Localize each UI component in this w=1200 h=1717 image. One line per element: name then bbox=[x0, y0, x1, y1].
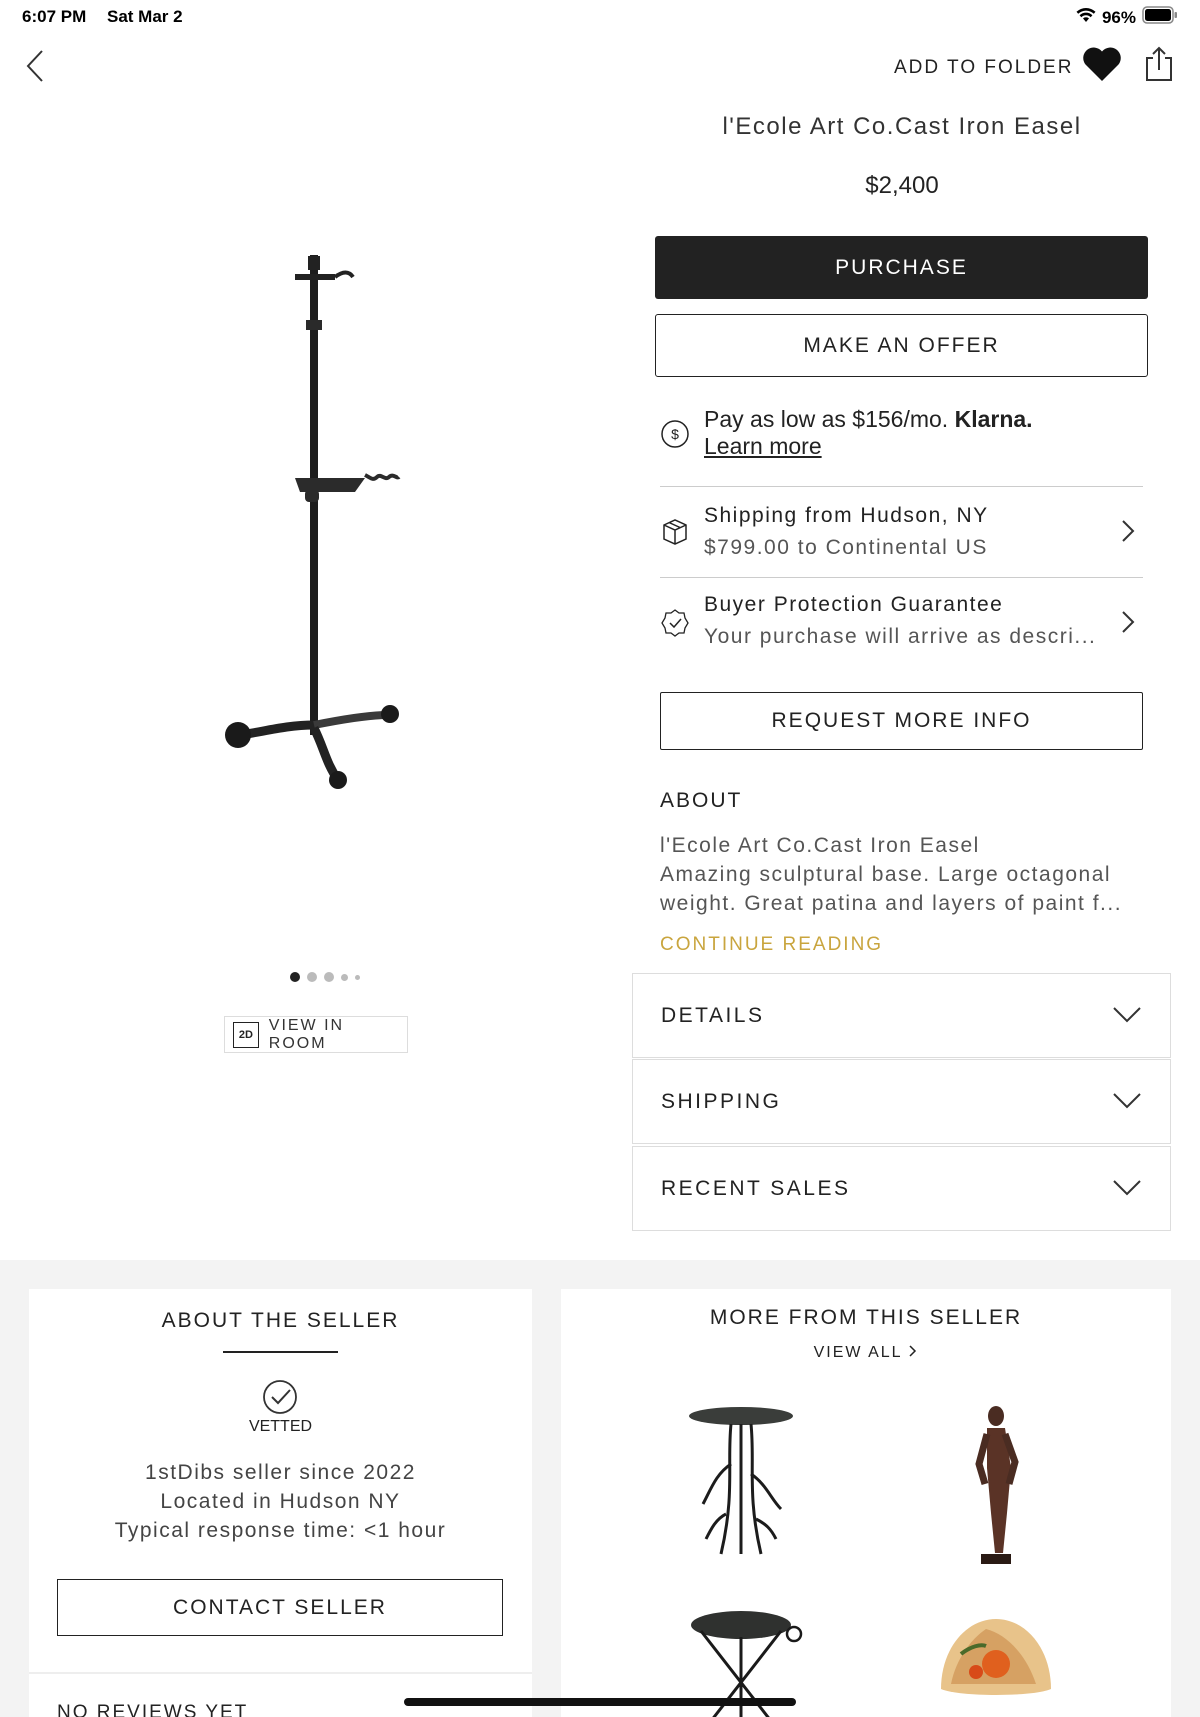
reviews-heading: NO REVIEWS YET bbox=[57, 1702, 249, 1717]
klarna-row: $ Pay as low as $156/mo. Klarna. Learn m… bbox=[660, 402, 1143, 487]
title-underline bbox=[223, 1351, 338, 1353]
vetted-label: VETTED bbox=[248, 1418, 313, 1435]
carousel-dot[interactable] bbox=[324, 972, 334, 982]
view-all-label: VIEW ALL bbox=[813, 1344, 902, 1361]
product-image[interactable] bbox=[200, 240, 440, 820]
carousel-dot[interactable] bbox=[355, 974, 360, 980]
heart-icon bbox=[1082, 47, 1122, 86]
contact-seller-button[interactable]: CONTACT SELLER bbox=[57, 1579, 503, 1636]
more-from-seller-title: MORE FROM THIS SELLER bbox=[709, 1306, 1023, 1329]
shipping-info-row[interactable]: Shipping from Hudson, NY $799.00 to Cont… bbox=[660, 487, 1143, 578]
seller-location: Located in Hudson NY bbox=[160, 1490, 401, 1513]
about-text: l'Ecole Art Co.Cast Iron Easel Amazing s… bbox=[660, 831, 1140, 918]
chevron-down-icon bbox=[1112, 1092, 1142, 1115]
wifi-icon bbox=[1076, 7, 1096, 28]
chevron-down-icon bbox=[1112, 1006, 1142, 1029]
klarna-learn-more-link[interactable]: Learn more bbox=[704, 433, 1033, 460]
view-in-room-button[interactable]: 2D VIEW IN ROOM bbox=[224, 1016, 408, 1053]
vetted-check-icon bbox=[262, 1379, 298, 1420]
add-to-folder-button[interactable]: ADD TO FOLDER bbox=[894, 57, 1073, 79]
about-heading: ABOUT bbox=[660, 789, 743, 812]
protection-subtitle: Your purchase will arrive as descri... bbox=[704, 625, 1097, 648]
klarna-text: Pay as low as $156/mo. Klarna. bbox=[704, 406, 1033, 433]
protection-title: Buyer Protection Guarantee bbox=[704, 593, 1004, 616]
status-date: Sat Mar 2 bbox=[107, 7, 183, 26]
favorite-button[interactable] bbox=[1082, 46, 1122, 87]
seller-since: 1stDibs seller since 2022 bbox=[145, 1461, 416, 1484]
klarna-offer: Pay as low as $156/mo. bbox=[704, 406, 949, 432]
about-line: weight. Great patina and layers of paint… bbox=[660, 892, 1123, 915]
more-from-seller-card: MORE FROM THIS SELLER VIEW ALL bbox=[561, 1289, 1171, 1717]
product-title: l'Ecole Art Co.Cast Iron Easel bbox=[722, 113, 1082, 140]
back-button[interactable] bbox=[20, 48, 50, 88]
shipping-origin: Shipping from Hudson, NY bbox=[704, 504, 989, 527]
continue-reading-link[interactable]: CONTINUE READING bbox=[660, 934, 883, 956]
view-all-link[interactable]: VIEW ALL bbox=[561, 1344, 1171, 1362]
carousel-dots[interactable] bbox=[290, 972, 360, 982]
chevron-right-icon bbox=[1121, 610, 1135, 639]
make-offer-button[interactable]: MAKE AN OFFER bbox=[655, 314, 1148, 377]
svg-text:$: $ bbox=[671, 426, 679, 442]
divider bbox=[29, 1672, 532, 1674]
carousel-dot[interactable] bbox=[307, 972, 317, 982]
klarna-brand: Klarna. bbox=[954, 406, 1033, 432]
carousel-dot[interactable] bbox=[341, 973, 348, 981]
about-seller-card: ABOUT THE SELLER VETTED 1stDibs seller s… bbox=[29, 1289, 532, 1717]
status-bar: 6:07 PM Sat Mar 2 96% bbox=[0, 0, 1200, 34]
battery-icon bbox=[1142, 6, 1178, 29]
seller-item-side-table[interactable] bbox=[676, 1404, 806, 1579]
chevron-right-icon bbox=[908, 1344, 918, 1361]
chevron-left-icon bbox=[25, 49, 45, 88]
dollar-circle-icon: $ bbox=[660, 419, 690, 449]
share-button[interactable] bbox=[1144, 46, 1174, 87]
purchase-button[interactable]: PURCHASE bbox=[655, 236, 1148, 299]
accordion-label: DETAILS bbox=[661, 1003, 765, 1027]
chevron-down-icon bbox=[1112, 1179, 1142, 1202]
carousel-dot-active[interactable] bbox=[290, 972, 300, 982]
seller-item-glass-lamp[interactable] bbox=[931, 1614, 1061, 1717]
accordion-label: SHIPPING bbox=[661, 1089, 782, 1113]
product-price: $2,400 bbox=[865, 172, 939, 199]
home-indicator[interactable] bbox=[404, 1698, 796, 1706]
chevron-right-icon bbox=[1121, 519, 1135, 548]
buyer-protection-row[interactable]: Buyer Protection Guarantee Your purchase… bbox=[660, 578, 1143, 668]
share-icon bbox=[1144, 46, 1174, 86]
shipping-cost: $799.00 to Continental US bbox=[704, 536, 988, 559]
package-icon bbox=[660, 517, 690, 547]
details-accordion[interactable]: DETAILS bbox=[632, 973, 1171, 1058]
about-line: Amazing sculptural base. Large octagonal bbox=[660, 863, 1112, 886]
seller-item-figure-sculpture[interactable] bbox=[951, 1404, 1041, 1579]
status-time: 6:07 PM bbox=[22, 7, 87, 26]
view-2d-icon: 2D bbox=[233, 1021, 259, 1048]
battery-percent: 96% bbox=[1101, 7, 1136, 27]
shield-check-icon bbox=[660, 608, 690, 638]
seller-response-time: Typical response time: <1 hour bbox=[114, 1519, 447, 1542]
seller-info: 1stDibs seller since 2022 Located in Hud… bbox=[29, 1458, 532, 1545]
shipping-accordion[interactable]: SHIPPING bbox=[632, 1059, 1171, 1144]
accordion-label: RECENT SALES bbox=[661, 1176, 851, 1200]
recent-sales-accordion[interactable]: RECENT SALES bbox=[632, 1146, 1171, 1231]
about-seller-title: ABOUT THE SELLER bbox=[161, 1309, 400, 1332]
request-more-info-button[interactable]: REQUEST MORE INFO bbox=[660, 692, 1143, 750]
about-line: l'Ecole Art Co.Cast Iron Easel bbox=[660, 834, 980, 857]
view-in-room-label: VIEW IN ROOM bbox=[268, 1016, 345, 1052]
status-right: 96% bbox=[1076, 6, 1178, 29]
